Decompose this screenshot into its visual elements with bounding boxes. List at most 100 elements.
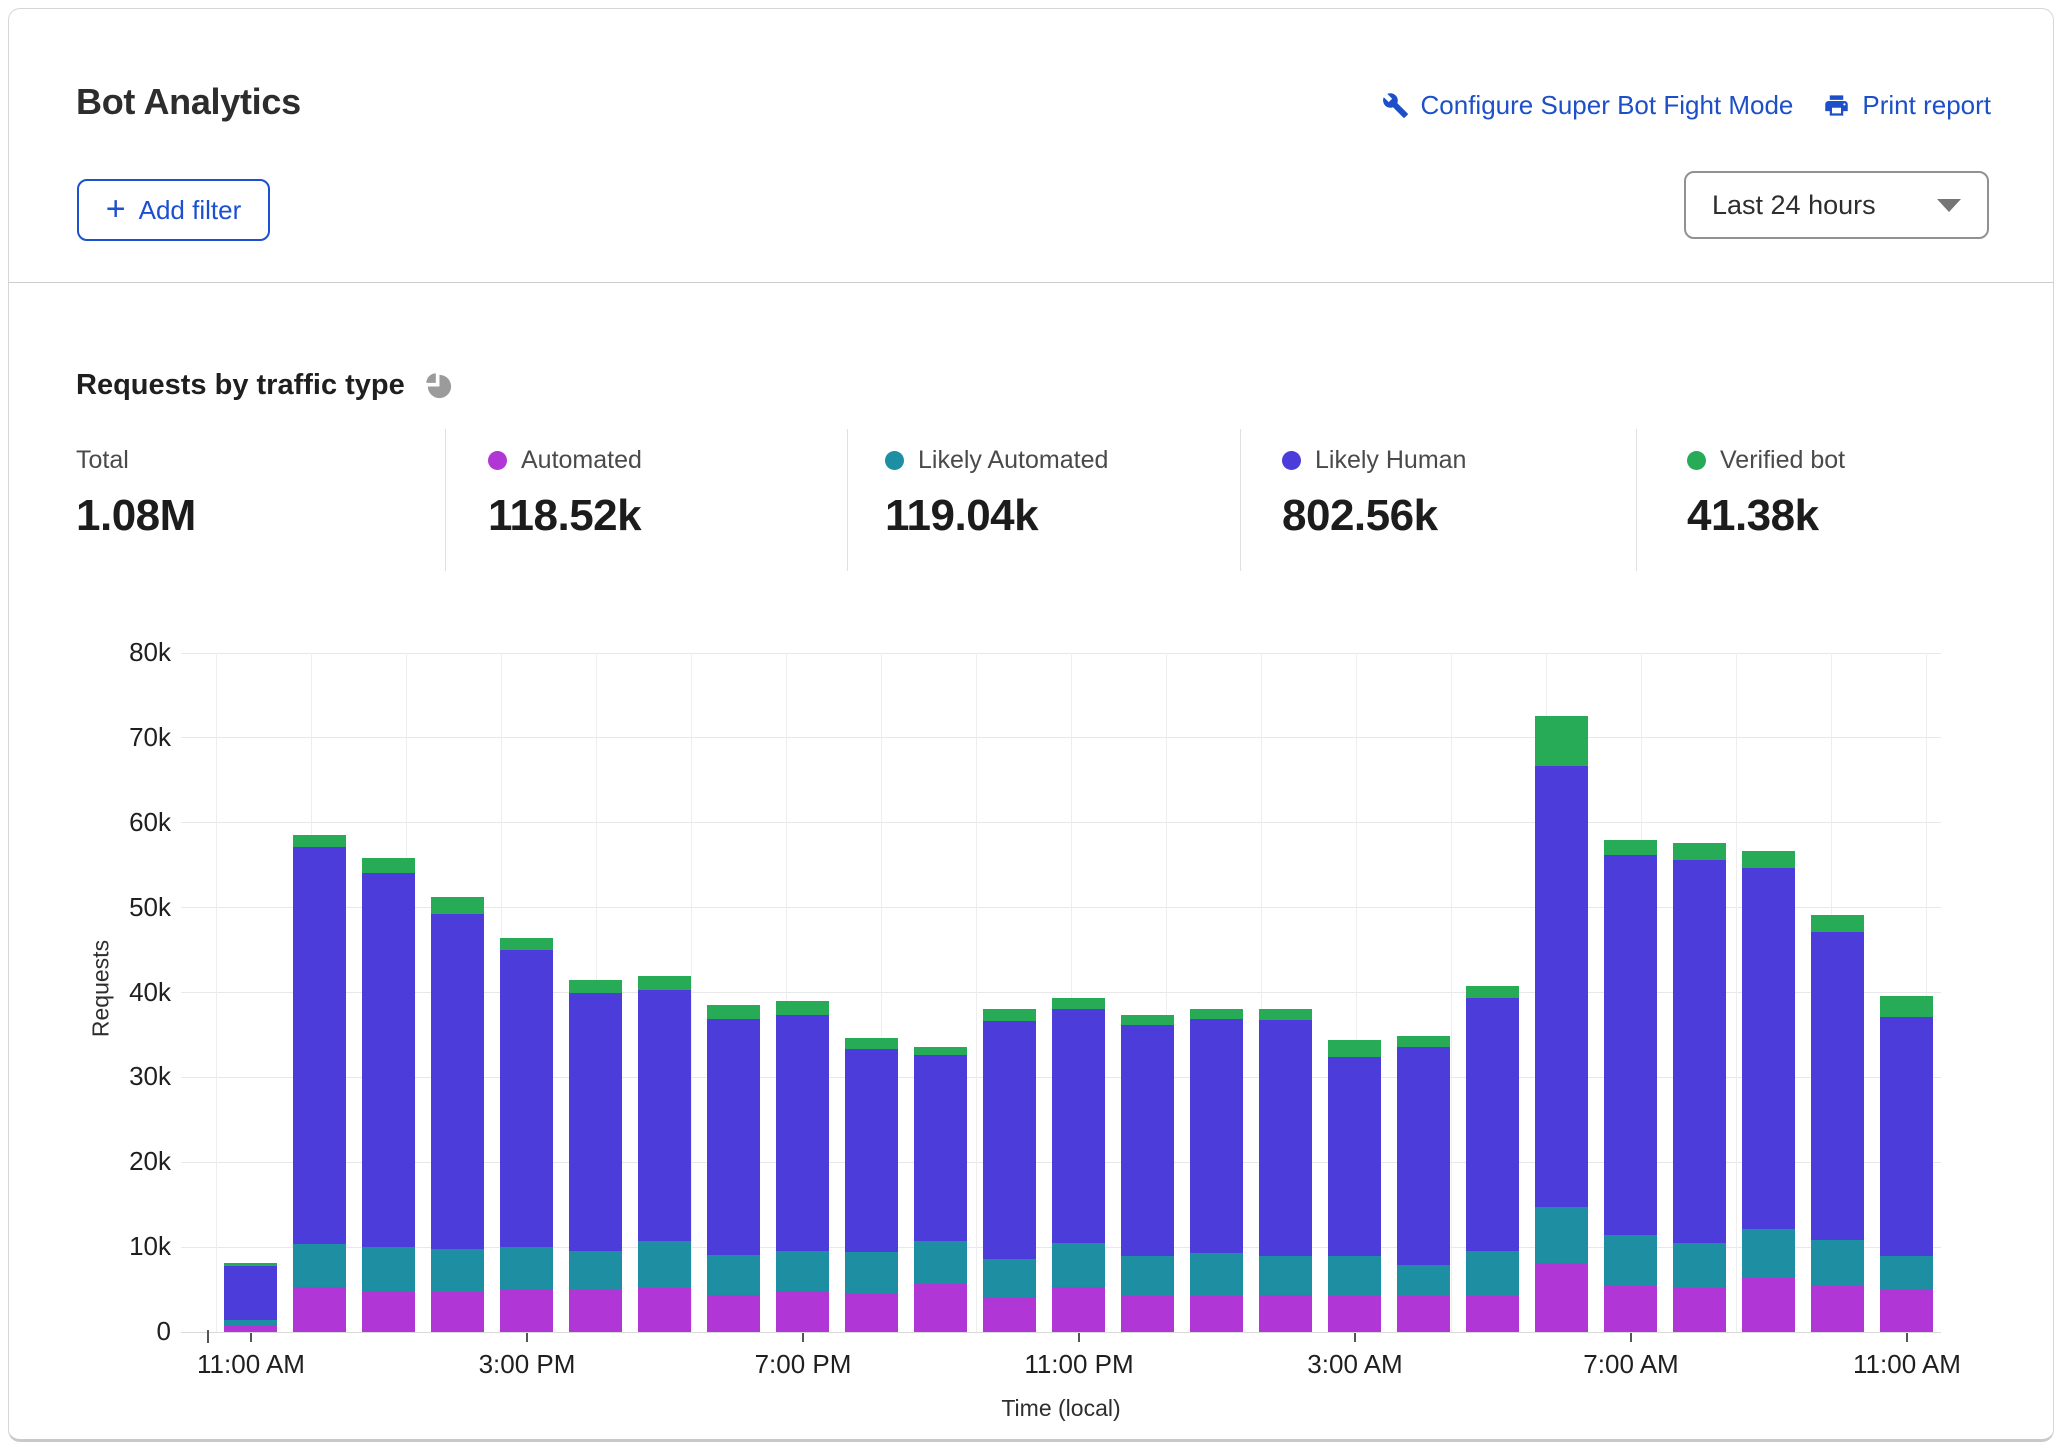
- bar-12-00-am[interactable]: [1121, 1015, 1174, 1332]
- bar-segment-likely-automated: [293, 1244, 346, 1287]
- x-tick: [802, 1333, 804, 1342]
- bar-segment-automated: [1466, 1296, 1519, 1332]
- bar-2-00-pm[interactable]: [431, 897, 484, 1332]
- bar-12-00-pm[interactable]: [293, 835, 346, 1332]
- bar-segment-likely-human: [914, 1055, 967, 1241]
- bar-segment-verified-bot: [1880, 996, 1933, 1017]
- x-tick-label: 7:00 PM: [693, 1349, 913, 1380]
- bar-segment-verified-bot: [1121, 1015, 1174, 1025]
- bar-segment-likely-automated: [1880, 1256, 1933, 1290]
- bar-segment-likely-automated: [569, 1251, 622, 1290]
- bar-5-00-pm[interactable]: [638, 976, 691, 1332]
- bar-8-00-pm[interactable]: [845, 1037, 898, 1332]
- y-tick-label: 70k: [43, 722, 171, 753]
- bar-segment-verified-bot: [983, 1009, 1036, 1020]
- bar-segment-likely-automated: [431, 1249, 484, 1292]
- bar-segment-likely-human: [1052, 1009, 1105, 1242]
- bar-segment-verified-bot: [1052, 998, 1105, 1009]
- bar-6-00-am[interactable]: [1535, 716, 1588, 1332]
- y-tick-label: 50k: [43, 892, 171, 923]
- y-tick-label: 10k: [43, 1231, 171, 1262]
- bar-segment-likely-automated: [362, 1247, 415, 1291]
- bar-segment-likely-automated: [1535, 1207, 1588, 1263]
- bar-segment-likely-human: [431, 914, 484, 1248]
- bar-segment-verified-bot: [914, 1047, 967, 1055]
- bar-3-00-pm[interactable]: [500, 938, 553, 1332]
- bar-segment-automated: [1190, 1296, 1243, 1332]
- bar-segment-likely-human: [638, 990, 691, 1241]
- x-tick-label: 11:00 PM: [969, 1349, 1189, 1380]
- bar-segment-automated: [1673, 1288, 1726, 1332]
- bar-segment-verified-bot: [845, 1038, 898, 1049]
- analytics-card: Bot Analytics Configure Super Bot Fight …: [8, 8, 2054, 1442]
- bar-segment-likely-human: [1328, 1057, 1381, 1256]
- bar-segment-likely-human: [1259, 1020, 1312, 1257]
- bar-segment-verified-bot: [1742, 851, 1795, 868]
- bar-segment-likely-automated: [845, 1252, 898, 1293]
- bar-segment-likely-human: [1535, 766, 1588, 1207]
- bar-2-00-am[interactable]: [1259, 1009, 1312, 1332]
- bar-segment-likely-automated: [1052, 1243, 1105, 1287]
- bar-segment-likely-automated: [638, 1241, 691, 1288]
- bar-segment-automated: [707, 1295, 760, 1332]
- x-tick-label: 7:00 AM: [1521, 1349, 1741, 1380]
- gridline-vertical: [691, 653, 692, 1332]
- bar-segment-automated: [983, 1297, 1036, 1332]
- bar-segment-likely-human: [1190, 1019, 1243, 1253]
- bar-5-00-am[interactable]: [1466, 986, 1519, 1332]
- bar-segment-automated: [500, 1290, 553, 1332]
- bar-segment-verified-bot: [1466, 986, 1519, 998]
- x-tick: [1078, 1333, 1080, 1342]
- bar-segment-verified-bot: [362, 858, 415, 872]
- x-tick: [250, 1333, 252, 1342]
- bar-segment-automated: [1397, 1296, 1450, 1332]
- x-tick-label: 3:00 PM: [417, 1349, 637, 1380]
- bar-10-00-am[interactable]: [1811, 915, 1864, 1332]
- bar-10-00-pm[interactable]: [983, 1009, 1036, 1332]
- bar-4-00-pm[interactable]: [569, 980, 622, 1332]
- bar-segment-automated: [1535, 1263, 1588, 1332]
- bar-11-00-am[interactable]: [1880, 996, 1933, 1332]
- bar-7-00-am[interactable]: [1604, 840, 1657, 1332]
- bar-1-00-am[interactable]: [1190, 1009, 1243, 1332]
- bar-8-00-am[interactable]: [1673, 843, 1726, 1332]
- gridline-vertical: [1736, 653, 1737, 1332]
- bar-segment-automated: [1880, 1290, 1933, 1332]
- bar-segment-likely-human: [1673, 860, 1726, 1243]
- bar-segment-automated: [845, 1293, 898, 1332]
- bar-6-00-pm[interactable]: [707, 1005, 760, 1332]
- bar-segment-verified-bot: [1259, 1009, 1312, 1020]
- gridline-horizontal: [181, 737, 1941, 738]
- bar-segment-verified-bot: [707, 1005, 760, 1019]
- bar-segment-likely-automated: [1604, 1235, 1657, 1286]
- x-tick: [1354, 1333, 1356, 1342]
- bar-segment-likely-automated: [983, 1259, 1036, 1297]
- bar-segment-likely-human: [1880, 1017, 1933, 1255]
- bar-segment-likely-human: [776, 1015, 829, 1251]
- bar-segment-verified-bot: [1673, 843, 1726, 860]
- x-axis-start-tick: [207, 1330, 209, 1343]
- bar-segment-likely-human: [293, 847, 346, 1244]
- bar-segment-likely-human: [707, 1019, 760, 1255]
- bar-9-00-am[interactable]: [1742, 851, 1795, 1332]
- bar-segment-likely-automated: [1397, 1265, 1450, 1296]
- bar-7-00-pm[interactable]: [776, 1001, 829, 1332]
- bar-segment-likely-automated: [776, 1251, 829, 1292]
- bar-1-00-pm[interactable]: [362, 858, 415, 1332]
- bar-segment-likely-human: [1604, 855, 1657, 1235]
- bar-11-00-am[interactable]: [224, 1263, 277, 1332]
- x-tick-label: 11:00 AM: [1797, 1349, 2017, 1380]
- bar-segment-automated: [1604, 1286, 1657, 1332]
- y-tick-label: 80k: [43, 637, 171, 668]
- bar-segment-likely-human: [1466, 998, 1519, 1252]
- bar-segment-verified-bot: [1811, 915, 1864, 932]
- bar-segment-likely-human: [1397, 1047, 1450, 1265]
- bar-segment-automated: [1328, 1296, 1381, 1332]
- bar-segment-verified-bot: [1604, 840, 1657, 855]
- bar-4-00-am[interactable]: [1397, 1036, 1450, 1332]
- bar-segment-likely-human: [845, 1049, 898, 1253]
- bar-segment-automated: [293, 1287, 346, 1332]
- bar-11-00-pm[interactable]: [1052, 998, 1105, 1332]
- bar-9-00-pm[interactable]: [914, 1047, 967, 1332]
- bar-3-00-am[interactable]: [1328, 1040, 1381, 1332]
